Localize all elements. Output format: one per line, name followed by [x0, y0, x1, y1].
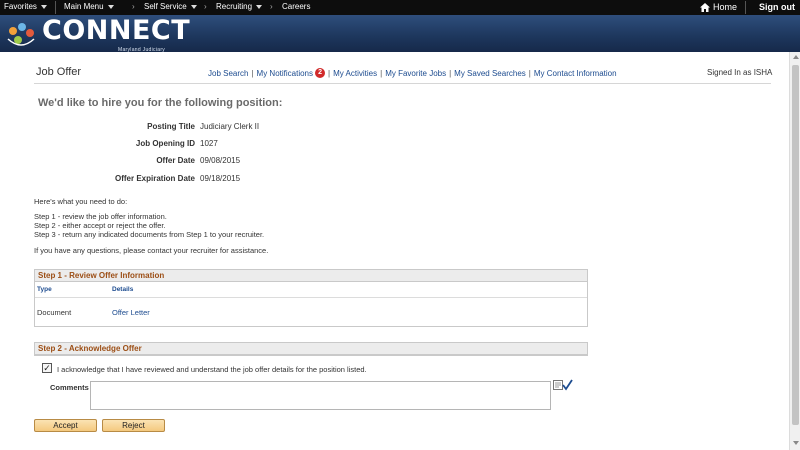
- favorites-label: Favorites: [4, 2, 37, 11]
- link-separator: |: [449, 68, 452, 78]
- sign-out-link[interactable]: Sign out: [759, 2, 795, 12]
- instructions-step-3: Step 3 - return any indicated documents …: [34, 230, 265, 239]
- breadcrumb-arrow-icon: ›: [270, 2, 273, 11]
- brand-subtitle: Maryland Judiciary: [118, 47, 166, 53]
- chevron-down-icon: [40, 4, 47, 9]
- offer-letter-link[interactable]: Offer Letter: [112, 308, 150, 317]
- home-label: Home: [713, 2, 738, 12]
- recruiting-menu[interactable]: Recruiting: [216, 2, 263, 11]
- my-saved-searches-link[interactable]: My Saved Searches: [454, 69, 526, 78]
- link-separator: |: [251, 68, 254, 78]
- step-1-section: Step 1 - Review Offer Information: [34, 269, 588, 327]
- my-activities-link[interactable]: My Activities: [333, 69, 377, 78]
- details-column-header: Details: [112, 286, 134, 293]
- favorites-menu[interactable]: Favorites: [4, 2, 47, 11]
- portal-links: Job Search | My Notifications 2 | My Act…: [208, 68, 617, 78]
- self-service-menu[interactable]: Self Service: [144, 2, 197, 11]
- chevron-down-icon: [107, 4, 114, 9]
- signed-in-status: Signed In as ISHA: [707, 68, 773, 77]
- careers-link[interactable]: Careers: [282, 2, 310, 11]
- nav-divider: [55, 1, 56, 14]
- offer-date-label: Offer Date: [156, 156, 195, 165]
- chevron-down-icon: [190, 4, 197, 9]
- breadcrumb-arrow-icon: ›: [204, 2, 207, 11]
- nav-divider: [745, 1, 746, 14]
- scroll-thumb[interactable]: [792, 65, 799, 425]
- instructions-questions: If you have any questions, please contac…: [34, 246, 269, 255]
- top-nav-bar: Favorites Main Menu › Self Service › Rec…: [0, 0, 800, 15]
- page-title: Job Offer: [36, 66, 82, 78]
- my-notifications-link[interactable]: My Notifications: [257, 69, 313, 78]
- offer-date-value: 09/08/2015: [200, 156, 241, 165]
- instructions-step-2: Step 2 - either accept or reject the off…: [34, 221, 166, 230]
- link-separator: |: [328, 68, 331, 78]
- link-separator: |: [528, 68, 531, 78]
- accept-button[interactable]: Accept: [34, 419, 97, 432]
- spell-check-icon[interactable]: [553, 379, 573, 391]
- comments-label: Comments: [50, 383, 89, 392]
- breadcrumb-arrow-icon: ›: [132, 2, 135, 11]
- main-menu[interactable]: Main Menu: [64, 2, 114, 11]
- my-favorite-jobs-link[interactable]: My Favorite Jobs: [385, 69, 446, 78]
- step-2-section: Step 2 - Acknowledge Offer: [34, 342, 588, 356]
- job-opening-id-value: 1027: [200, 139, 218, 148]
- instructions-step-1: Step 1 - review the job offer informatio…: [34, 212, 167, 221]
- type-column-header: Type: [37, 286, 52, 293]
- home-link[interactable]: Home: [700, 2, 737, 12]
- notification-count-badge[interactable]: 2: [315, 68, 326, 78]
- recruiting-label: Recruiting: [216, 2, 253, 11]
- link-separator: |: [380, 68, 383, 78]
- comments-input[interactable]: [90, 381, 551, 410]
- document-type-cell: Document: [37, 308, 72, 317]
- acknowledge-text: I acknowledge that I have reviewed and u…: [57, 365, 367, 374]
- instructions-intro: Here's what you need to do:: [34, 197, 128, 206]
- vertical-scrollbar[interactable]: [789, 52, 800, 450]
- scroll-down-icon[interactable]: [793, 441, 799, 445]
- table-header-divider: [35, 297, 587, 298]
- posting-title-label: Posting Title: [147, 122, 195, 131]
- brand-name: CONNECT: [42, 15, 191, 46]
- my-contact-information-link[interactable]: My Contact Information: [534, 69, 617, 78]
- self-service-label: Self Service: [144, 2, 187, 11]
- main-menu-label: Main Menu: [64, 2, 104, 11]
- scroll-up-icon[interactable]: [793, 55, 799, 59]
- reject-button[interactable]: Reject: [102, 419, 165, 432]
- careers-label: Careers: [282, 2, 311, 11]
- offer-expiration-date-value: 09/18/2015: [200, 174, 241, 183]
- job-search-link[interactable]: Job Search: [208, 69, 248, 78]
- home-icon: [700, 2, 710, 12]
- posting-title-value: Judiciary Clerk II: [200, 122, 260, 131]
- job-opening-id-label: Job Opening ID: [135, 139, 195, 148]
- offer-expiration-date-label: Offer Expiration Date: [114, 174, 195, 183]
- chevron-down-icon: [256, 4, 263, 9]
- step-1-title: Step 1 - Review Offer Information: [35, 270, 587, 282]
- connect-logo-icon: [7, 23, 35, 46]
- header-divider: [34, 83, 771, 84]
- step-2-title: Step 2 - Acknowledge Offer: [35, 343, 587, 355]
- acknowledge-checkbox[interactable]: ✓: [42, 363, 52, 373]
- offer-heading: We'd like to hire you for the following …: [38, 97, 283, 109]
